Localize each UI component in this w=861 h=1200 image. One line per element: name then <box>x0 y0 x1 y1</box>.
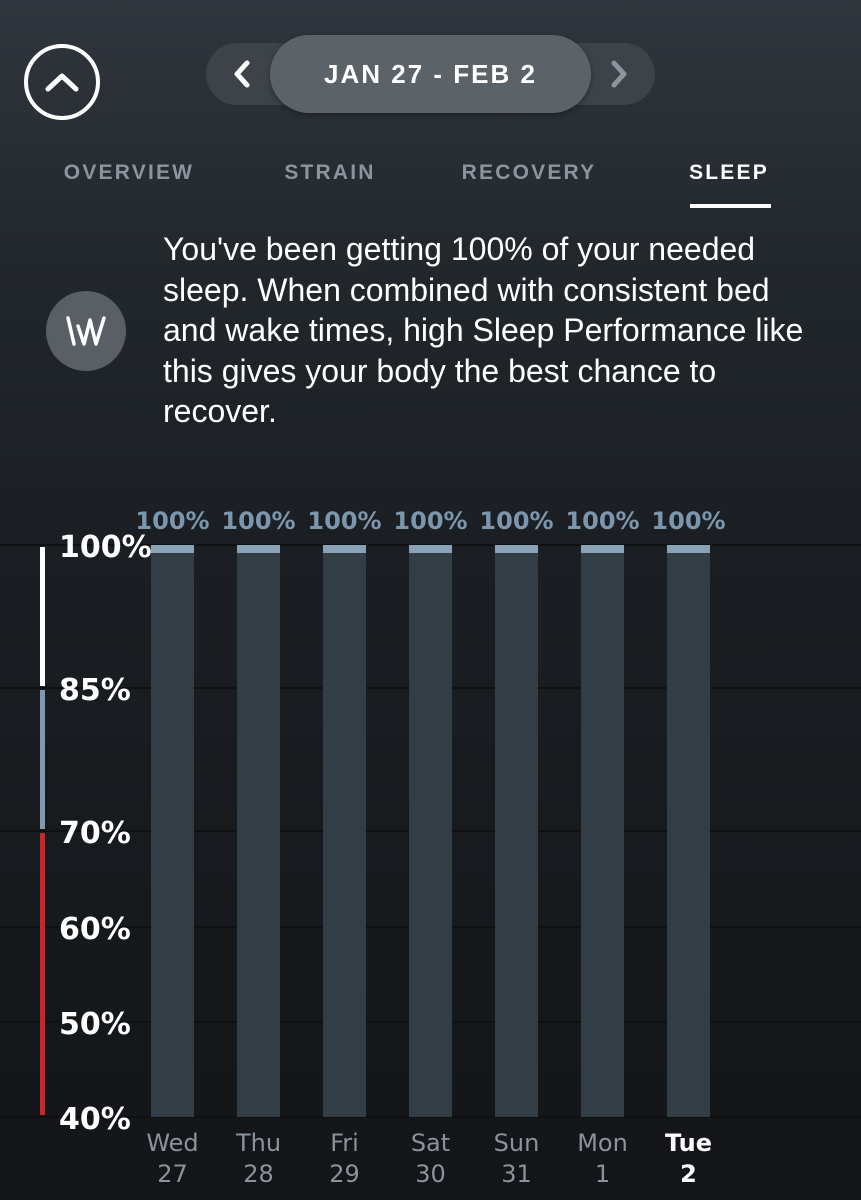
sleep-bar <box>581 545 624 1117</box>
sleep-bar <box>323 545 366 1117</box>
y-tick-label: 50% <box>59 1007 131 1042</box>
sleep-bar-cap <box>667 545 710 553</box>
y-tick-label: 70% <box>59 816 131 851</box>
chevron-up-icon <box>45 73 79 92</box>
x-day-label: Sun <box>494 1129 540 1157</box>
sleep-bar <box>495 545 538 1117</box>
next-week-button[interactable] <box>587 43 651 105</box>
sleep-bar-cap <box>495 545 538 553</box>
sleep-performance-chart: 100% 85% 70% 60% 50% 40% 100% Wed 27 100% Thu 28 100… <box>0 507 861 1188</box>
tab-recovery[interactable]: RECOVERY <box>462 161 597 185</box>
sleep-bar <box>237 545 280 1117</box>
sleep-bar-cap <box>323 545 366 553</box>
sleep-bar-cap <box>409 545 452 553</box>
bar-value-label: 100% <box>565 507 639 535</box>
zone-indicator <box>40 690 45 829</box>
y-tick-label: 100% <box>59 530 152 565</box>
sleep-bar <box>409 545 452 1117</box>
section-tabs: OVERVIEW STRAIN RECOVERY SLEEP <box>0 155 861 215</box>
x-date-label: 31 <box>501 1160 532 1188</box>
date-range-label[interactable]: JAN 27 - FEB 2 <box>270 35 591 113</box>
previous-week-button[interactable] <box>210 43 274 105</box>
x-day-label: Fri <box>330 1129 359 1157</box>
x-day-label: Sat <box>411 1129 450 1157</box>
bar-value-label: 100% <box>393 507 467 535</box>
bar-value-label: 100% <box>307 507 381 535</box>
y-tick-label: 60% <box>59 912 131 947</box>
y-tick-label: 40% <box>59 1102 131 1137</box>
sleep-bar <box>151 545 194 1117</box>
sleep-bar-cap <box>151 545 194 553</box>
whoop-logo-icon <box>46 291 126 371</box>
bar-value-label: 100% <box>651 507 725 535</box>
tab-strain[interactable]: STRAIN <box>284 161 375 185</box>
x-day-label: Wed <box>146 1129 198 1157</box>
x-date-label: 29 <box>329 1160 360 1188</box>
zone-indicator <box>40 833 45 1115</box>
sleep-bar-cap <box>237 545 280 553</box>
active-tab-indicator <box>690 204 771 208</box>
x-date-label: 1 <box>595 1160 610 1188</box>
bar-value-label: 100% <box>479 507 553 535</box>
zone-indicator <box>40 547 45 686</box>
bar-value-label: 100% <box>135 507 209 535</box>
sleep-bar <box>667 545 710 1117</box>
x-day-label: Mon <box>577 1129 628 1157</box>
x-date-label: 30 <box>415 1160 446 1188</box>
bar-value-label: 100% <box>221 507 295 535</box>
tab-overview[interactable]: OVERVIEW <box>64 161 194 185</box>
chevron-right-icon <box>611 60 627 88</box>
x-date-label: 27 <box>157 1160 188 1188</box>
x-day-label: Tue <box>665 1129 712 1157</box>
chevron-left-icon <box>234 60 250 88</box>
x-day-label: Thu <box>235 1129 281 1157</box>
coach-message: You've been getting 100% of your needed … <box>163 231 804 429</box>
date-navigator: JAN 27 - FEB 2 <box>206 35 655 113</box>
sleep-bar-cap <box>581 545 624 553</box>
tab-sleep[interactable]: SLEEP <box>689 161 769 185</box>
x-date-label: 28 <box>243 1160 274 1188</box>
x-date-label: 2 <box>680 1160 697 1188</box>
collapse-button[interactable] <box>24 44 100 120</box>
y-tick-label: 85% <box>59 673 131 708</box>
